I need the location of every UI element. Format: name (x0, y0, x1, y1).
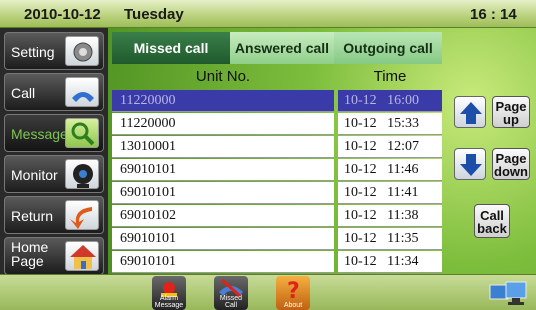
sidebar-item-label: Monitor (11, 167, 58, 183)
unit-cell: 13010001 (112, 136, 334, 158)
page-down-button[interactable]: Page down (492, 148, 530, 180)
time-cell: 10-12 16:00 (338, 90, 442, 112)
unit-cell: 11220000 (112, 113, 334, 135)
camera-icon (65, 159, 99, 189)
missed-call-label: Missed Call (214, 295, 248, 309)
unit-cell: 69010101 (112, 251, 334, 273)
unit-cell: 69010102 (112, 205, 334, 227)
sidebar: Setting Call Message Monitor Return Home… (0, 28, 108, 275)
tab-outgoing-call[interactable]: Outgoing call (334, 32, 442, 64)
time-cell: 10-12 11:35 (338, 228, 442, 250)
unit-cell: 11220000 (112, 90, 334, 112)
time-cell: 10-12 12:07 (338, 136, 442, 158)
alarm-message-button[interactable]: Alarm Message (152, 276, 186, 310)
network-icon (488, 279, 528, 307)
tab-missed-call[interactable]: Missed call (112, 32, 230, 64)
gear-icon (65, 36, 99, 66)
svg-text:?: ? (287, 279, 300, 300)
sidebar-item-return[interactable]: Return (4, 196, 104, 234)
page-up-line2: up (503, 112, 519, 127)
missed-call-button[interactable]: Missed Call (214, 276, 248, 310)
alarm-label-line2: Message (154, 302, 184, 309)
sidebar-item-monitor[interactable]: Monitor (4, 155, 104, 193)
about-label: About (283, 302, 303, 309)
call-list: 11220000 10-12 16:00 11220000 10-12 15:3… (112, 90, 442, 273)
sidebar-item-label: Setting (11, 44, 55, 60)
sidebar-item-label: Call (11, 85, 36, 101)
sidebar-item-label: Return (11, 208, 54, 224)
return-arrow-icon (65, 200, 99, 230)
home-label-line2: Page (11, 253, 44, 269)
tab-answered-call[interactable]: Answered call (230, 32, 334, 64)
sidebar-item-call[interactable]: Call (4, 73, 104, 111)
call-back-button[interactable]: Call back (474, 204, 510, 238)
phone-icon (65, 77, 99, 107)
unit-cell: 69010101 (112, 228, 334, 250)
alarm-message-label: Alarm Message (152, 295, 186, 309)
time-cell: 10-12 15:33 (338, 113, 442, 135)
down-arrow-icon[interactable] (454, 148, 486, 180)
sidebar-item-message[interactable]: Message (4, 114, 104, 152)
unit-cell: 69010101 (112, 182, 334, 204)
time-cell: 10-12 11:38 (338, 205, 442, 227)
table-row[interactable]: 11220000 10-12 15:33 (112, 113, 442, 135)
alarm-label-line1: Alarm (159, 295, 179, 302)
sidebar-item-label: Message (11, 126, 68, 142)
page-up-button[interactable]: Page up (492, 96, 530, 128)
sidebar-item-setting[interactable]: Setting (4, 32, 104, 70)
unit-cell: 69010101 (112, 159, 334, 181)
table-row[interactable]: 69010101 10-12 11:46 (112, 159, 442, 181)
sidebar-item-home-page[interactable]: Home Page (4, 237, 104, 275)
missed-label-line1: Missed (219, 295, 243, 302)
call-tabs: Missed call Answered call Outgoing call (112, 32, 442, 64)
table-row[interactable]: 11220000 10-12 16:00 (112, 90, 442, 112)
table-row[interactable]: 69010101 10-12 11:35 (112, 228, 442, 250)
magnifier-icon (65, 118, 99, 148)
table-row[interactable]: 69010101 10-12 11:41 (112, 182, 442, 204)
call-back-line2: back (477, 221, 507, 236)
day-display: Tuesday (124, 6, 184, 23)
table-row[interactable]: 13010001 10-12 12:07 (112, 136, 442, 158)
date-display: 2010-10-12 (24, 6, 101, 23)
page-down-line2: down (494, 164, 528, 179)
bottom-bar: Alarm Message Missed Call ? About (0, 274, 536, 310)
column-header-unit: Unit No. (195, 68, 251, 85)
main-panel: Missed call Answered call Outgoing call … (108, 28, 536, 274)
status-bar: 2010-10-12 Tuesday 16 : 14 (0, 0, 536, 28)
missed-label-line2: Call (224, 302, 238, 309)
table-row[interactable]: 69010101 10-12 11:34 (112, 251, 442, 273)
column-header-time: Time (373, 68, 407, 85)
about-button[interactable]: ? About (276, 276, 310, 310)
time-cell: 10-12 11:41 (338, 182, 442, 204)
house-icon (65, 241, 99, 271)
clock-display: 16 : 14 (470, 6, 517, 23)
table-row[interactable]: 69010102 10-12 11:38 (112, 205, 442, 227)
up-arrow-icon[interactable] (454, 96, 486, 128)
time-cell: 10-12 11:46 (338, 159, 442, 181)
time-cell: 10-12 11:34 (338, 251, 442, 273)
sidebar-item-label: Home Page (11, 240, 48, 268)
